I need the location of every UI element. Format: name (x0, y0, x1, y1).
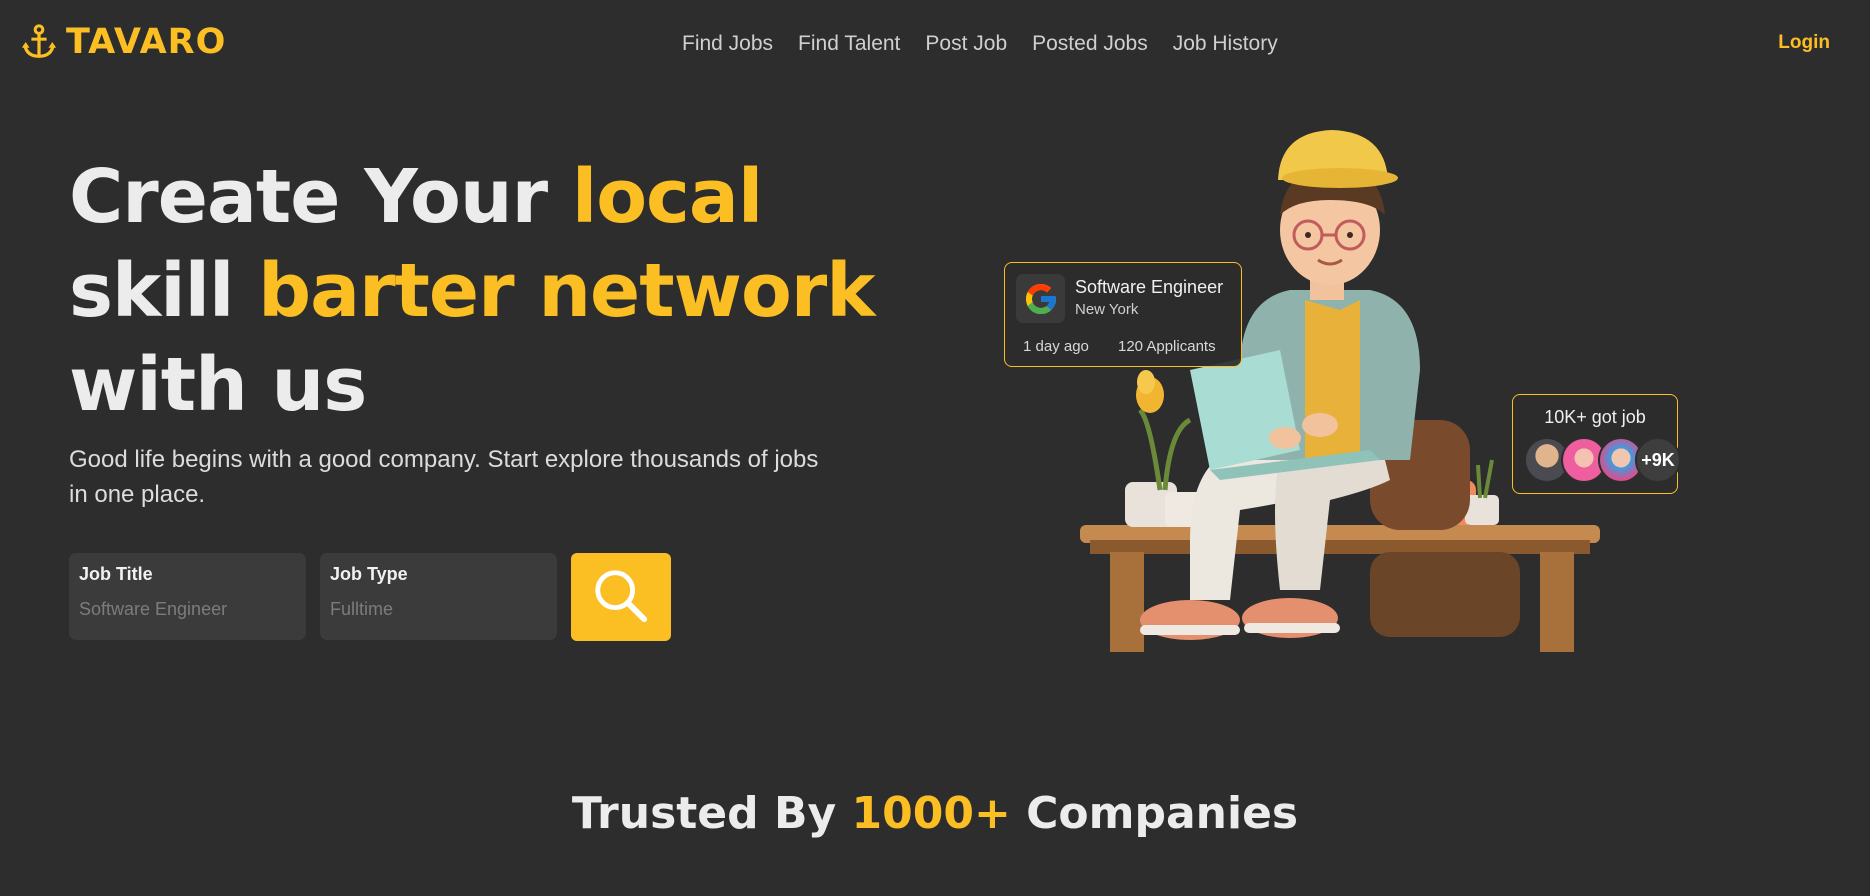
job-card-posted: 1 day ago (1023, 338, 1089, 355)
brand-name: TAVARO (66, 22, 227, 62)
hero-title-line2: skill (69, 248, 259, 334)
job-card-title: Software Engineer (1075, 277, 1224, 297)
hero-illustration (1080, 130, 1600, 652)
job-title-field: Job Title (69, 553, 306, 640)
got-job-text: 10K+ got job (1544, 407, 1646, 427)
nav-posted-jobs[interactable]: Posted Jobs (1032, 32, 1148, 56)
nav-find-jobs[interactable]: Find Jobs (682, 32, 773, 56)
search-icon (595, 569, 648, 622)
job-card[interactable]: Software Engineer New York 1 day ago 120… (1004, 262, 1242, 367)
nav-links: Find Jobs Find Talent Post Job Posted Jo… (682, 32, 1303, 56)
trusted-count: 1000+ (851, 788, 1011, 839)
navbar: TAVARO Find Jobs Find Talent Post Job Po… (0, 0, 1870, 88)
job-card-applicants: 120 Applicants (1118, 338, 1216, 355)
nav-find-talent[interactable]: Find Talent (798, 32, 900, 56)
job-type-input[interactable] (330, 599, 547, 620)
login-button[interactable]: Login (1778, 32, 1830, 54)
company-logo (1016, 274, 1065, 323)
hero-title-line1: Create Your (69, 154, 572, 240)
hero-title: Create Your local skill barter network w… (69, 150, 876, 432)
hero-subtitle: Good life begins with a good company. St… (69, 446, 819, 508)
job-title-label: Job Title (79, 564, 153, 584)
job-type-field: Job Type (320, 553, 557, 640)
hero-title-accent2: barter network (258, 248, 875, 334)
trusted-prefix: Trusted By (571, 788, 852, 839)
avatar-more-count: +9K (1635, 437, 1681, 483)
anchor-icon (21, 24, 57, 58)
trusted-suffix: Companies (1010, 788, 1299, 839)
job-title-input[interactable] (79, 599, 296, 620)
job-card-location: New York (1075, 301, 1139, 318)
avatar-group: +9K (1524, 437, 1681, 483)
search-button[interactable] (571, 553, 671, 641)
nav-job-history[interactable]: Job History (1173, 32, 1278, 56)
hero-title-line3: with us (69, 342, 367, 428)
brand-logo[interactable]: TAVARO (20, 22, 226, 62)
trusted-heading: Trusted By 1000+ Companies (0, 788, 1870, 839)
hero-title-accent1: local (571, 154, 763, 240)
got-job-card: 10K+ got job +9K (1512, 394, 1681, 494)
google-logo-icon (1025, 283, 1056, 314)
job-type-label: Job Type (330, 564, 408, 584)
nav-post-job[interactable]: Post Job (925, 32, 1007, 56)
